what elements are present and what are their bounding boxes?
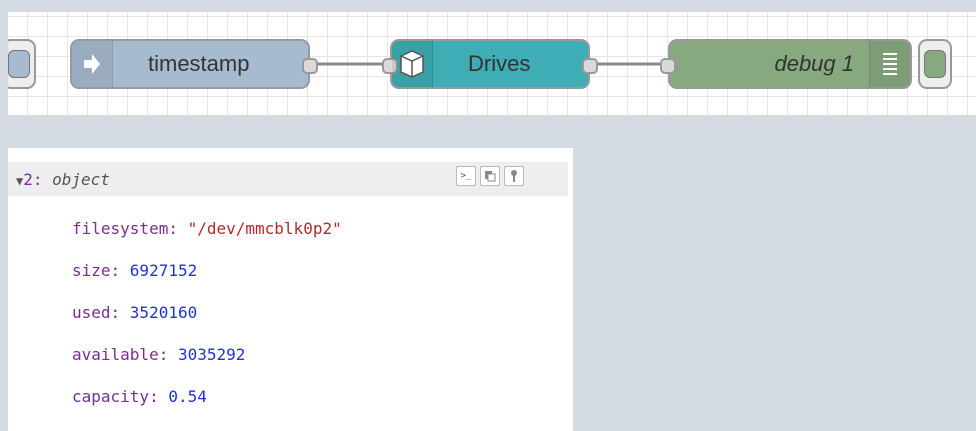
drives-node[interactable]: Drives [382,39,598,89]
prop-key: capacity [72,387,150,406]
inject-button[interactable] [8,39,36,89]
copy-value-button[interactable] [480,166,500,186]
prop-value: 3035292 [177,345,246,364]
arrow-in-icon [72,41,113,87]
cube-icon [392,41,433,87]
copy-icon [485,171,496,182]
drives-node-label: Drives [468,51,531,76]
debug-item-title[interactable]: ▼2: object [16,170,110,189]
list-icon [869,41,910,87]
terminal-icon: >_ [460,171,472,181]
inject-output-port[interactable] [302,58,318,74]
prop-row-filesystem[interactable]: filesystem: "/dev/mmcblk0p2" [72,219,342,238]
inject-node[interactable]: timestamp [70,39,318,89]
prop-key: filesystem [72,219,169,238]
drives-output-port[interactable] [582,58,598,74]
inject-node-label: timestamp [148,51,250,76]
prop-key: size [72,261,111,280]
prop-value: "/dev/mmcblk0p2" [187,219,342,238]
prop-value: 6927152 [129,261,198,280]
item-type: object [52,170,110,189]
prop-key: used [72,303,111,322]
item-index: 2 [23,170,33,189]
debug-input-port[interactable] [660,58,676,74]
debug-toggle-face [924,50,946,78]
prop-key: available [72,345,159,364]
inject-button-face [8,50,30,78]
prop-value: 3520160 [129,303,198,322]
copy-path-button[interactable]: >_ [456,166,476,186]
prop-row-capacity[interactable]: capacity: 0.54 [72,387,207,406]
flow-canvas[interactable]: timestamp Drives debug 1 [8,12,976,115]
debug-node-label: debug 1 [774,51,854,76]
pin-button[interactable] [504,166,524,186]
prop-row-size[interactable]: size: 6927152 [72,261,197,280]
pin-icon [511,170,517,182]
prop-row-available[interactable]: available: 3035292 [72,345,245,364]
debug-panel: ▼2: object >_ filesystem: "/dev/mmcblk0p… [8,148,573,431]
debug-node[interactable]: debug 1 [660,39,912,89]
prop-row-used[interactable]: used: 3520160 [72,303,197,322]
prop-value: 0.54 [168,387,207,406]
debug-toggle-button[interactable] [918,39,952,89]
